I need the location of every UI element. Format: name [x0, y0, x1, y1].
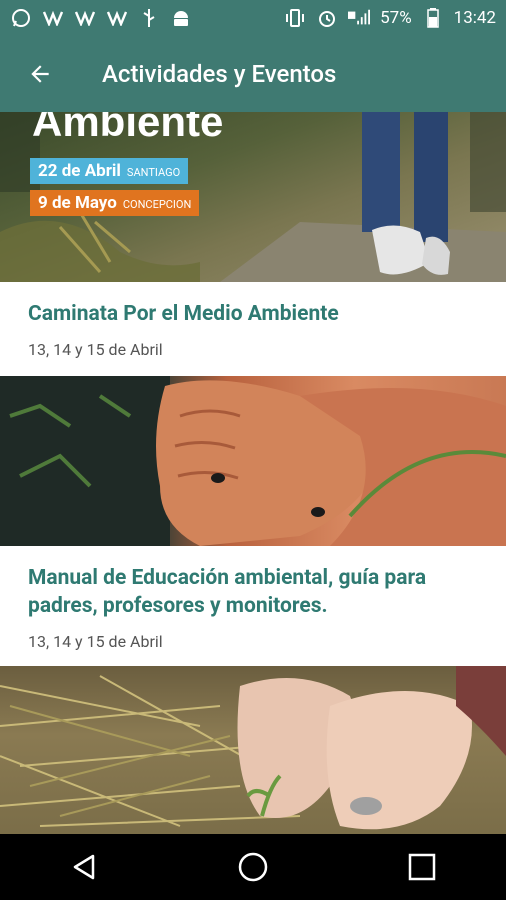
- signal-icon: [348, 7, 371, 29]
- battery-percent: 57%: [380, 8, 412, 28]
- usb-icon: [138, 7, 160, 29]
- vibrate-icon: [284, 7, 306, 29]
- event-list[interactable]: Ambiente 22 de Abril SANTIAGO 9 de Mayo …: [0, 112, 506, 834]
- event-image: Ambiente 22 de Abril SANTIAGO 9 de Mayo …: [0, 112, 506, 282]
- app-bar: Actividades y Eventos: [0, 36, 506, 112]
- tag-place: SANTIAGO: [126, 166, 181, 179]
- event-image: [0, 376, 506, 546]
- whatsapp-icon: [10, 7, 32, 29]
- event-title: Manual de Educación ambiental, guía para…: [28, 566, 427, 618]
- event-date: 13, 14 y 15 de Abril: [28, 632, 163, 651]
- wifi-n-icon: [106, 7, 128, 29]
- wifi-n-icon: [74, 7, 96, 29]
- banner-tag: 22 de Abril SANTIAGO: [30, 158, 189, 184]
- arrow-back-icon: [31, 65, 49, 83]
- back-button[interactable]: [0, 36, 80, 112]
- event-date: 13, 14 y 15 de Abril: [28, 340, 163, 359]
- notification-icons: [10, 7, 192, 29]
- event-card[interactable]: [0, 666, 506, 834]
- navigation-bar: [0, 834, 506, 900]
- event-card[interactable]: Ambiente 22 de Abril SANTIAGO 9 de Mayo …: [0, 112, 506, 376]
- banner-tag: 9 de Mayo CONCEPCION: [30, 190, 200, 216]
- event-title: Caminata Por el Medio Ambiente: [28, 302, 339, 326]
- system-icons: 57% 13:42: [284, 7, 496, 29]
- page-title: Actividades y Eventos: [102, 60, 337, 88]
- card-body: Caminata Por el Medio Ambiente 13, 14 y …: [0, 282, 506, 376]
- nav-recents-button[interactable]: [392, 837, 452, 897]
- triangle-back-icon: [74, 854, 95, 880]
- card-body: Manual de Educación ambiental, guía para…: [0, 546, 506, 666]
- nav-back-button[interactable]: [54, 837, 114, 897]
- tag-date: 9 de Mayo: [38, 193, 117, 213]
- nav-home-button[interactable]: [223, 837, 283, 897]
- square-recents-icon: [408, 853, 435, 881]
- clock: 13:42: [453, 8, 496, 28]
- android-icon: [170, 7, 192, 29]
- tag-place: CONCEPCION: [122, 198, 192, 211]
- battery-icon: [422, 7, 444, 29]
- event-card[interactable]: Manual de Educación ambiental, guía para…: [0, 376, 506, 666]
- tag-date: 22 de Abril: [38, 161, 121, 181]
- wifi-n-icon: [42, 7, 64, 29]
- circle-home-icon: [238, 852, 268, 882]
- status-bar: 57% 13:42: [0, 0, 506, 36]
- alarm-icon: [316, 7, 338, 29]
- banner-title: Ambiente: [32, 112, 224, 145]
- event-image: [0, 666, 506, 834]
